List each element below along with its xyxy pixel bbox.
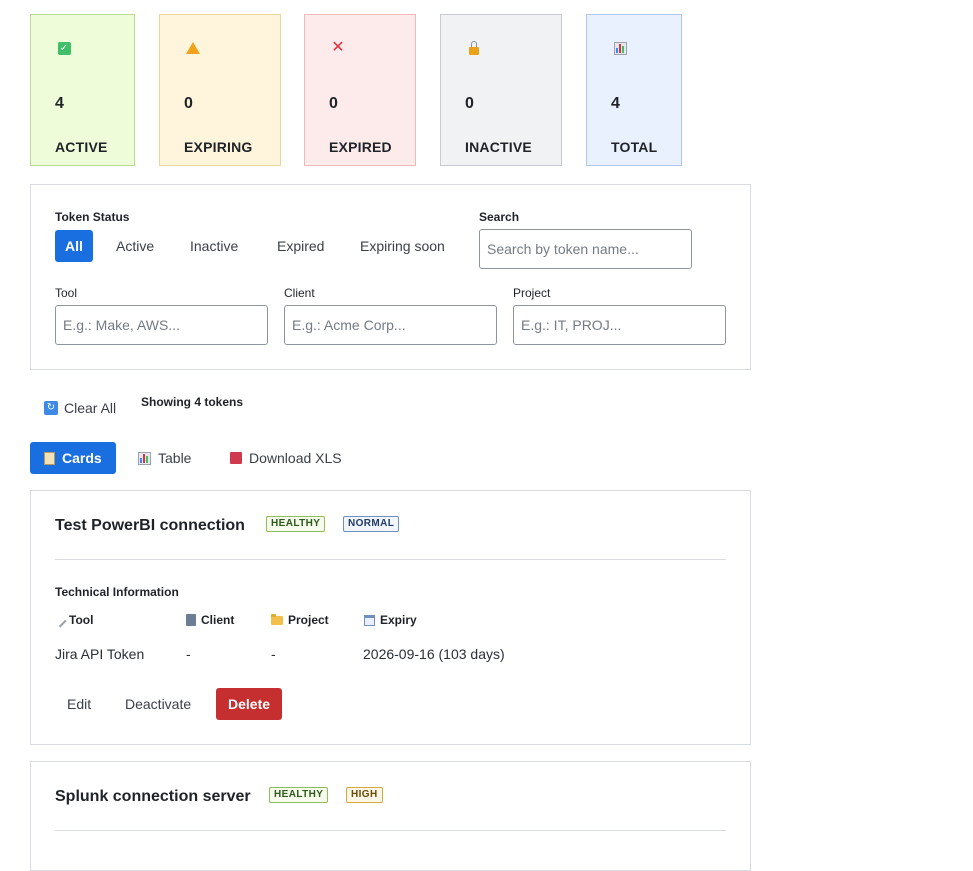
project-header: Project	[271, 613, 329, 627]
download-xls-label: Download XLS	[249, 450, 342, 466]
expiry-header: Expiry	[364, 613, 417, 627]
client-header: Client	[186, 613, 234, 627]
view-table-label: Table	[158, 450, 192, 466]
warning-icon	[186, 41, 200, 55]
priority-badge: HIGH	[346, 787, 383, 803]
lock-icon	[467, 40, 481, 55]
stat-label: EXPIRED	[329, 139, 392, 155]
status-filter-expired[interactable]: Expired	[267, 230, 334, 262]
project-header-label: Project	[288, 613, 329, 627]
stat-card-active: ✓ 4 ACTIVE	[30, 14, 135, 166]
edit-button[interactable]: Edit	[55, 688, 103, 720]
tool-header-label: Tool	[69, 613, 94, 627]
cross-icon: ✕	[331, 39, 345, 56]
stat-card-expiring: 0 EXPIRING	[159, 14, 281, 166]
client-label: Client	[284, 286, 315, 300]
stat-label: ACTIVE	[55, 139, 108, 155]
expiry-value: 2026-09-16 (103 days)	[363, 646, 505, 662]
building-icon	[186, 614, 196, 626]
check-icon: ✓	[57, 41, 71, 55]
stat-card-total: 4 TOTAL	[586, 14, 682, 166]
delete-button[interactable]: Delete	[216, 688, 283, 720]
clipboard-icon	[44, 451, 55, 465]
client-header-label: Client	[201, 613, 235, 627]
token-title: Test PowerBI connection	[55, 517, 245, 534]
view-cards-button[interactable]: Cards	[30, 442, 116, 474]
view-table-button[interactable]: Table	[124, 442, 205, 474]
calendar-icon	[364, 614, 375, 626]
expiry-header-label: Expiry	[380, 613, 417, 627]
tool-value: Jira API Token	[55, 646, 145, 662]
search-label: Search	[479, 210, 520, 224]
tool-header: Tool	[52, 612, 94, 628]
client-input[interactable]	[284, 305, 497, 345]
view-cards-label: Cards	[62, 450, 102, 466]
project-label: Project	[513, 286, 551, 300]
priority-badge: NORMAL	[343, 516, 400, 532]
refresh-icon: ↻	[44, 401, 58, 415]
download-xls-button[interactable]: Download XLS	[216, 442, 356, 474]
stat-card-expired: ✕ 0 EXPIRED	[304, 14, 416, 166]
download-icon	[230, 452, 242, 464]
health-badge: HEALTHY	[266, 516, 326, 532]
folder-icon	[271, 613, 283, 625]
stat-value: 0	[184, 95, 193, 112]
wrench-icon	[52, 612, 67, 628]
stat-value: 4	[55, 95, 64, 112]
tool-input[interactable]	[55, 305, 268, 345]
project-value: -	[271, 646, 276, 662]
bar-chart-icon	[138, 451, 151, 465]
tool-label: Tool	[55, 286, 78, 300]
status-filter-inactive[interactable]: Inactive	[180, 230, 248, 262]
stat-card-inactive: 0 INACTIVE	[440, 14, 562, 166]
status-filter-all[interactable]: All	[55, 230, 93, 262]
client-value: -	[186, 646, 191, 662]
stat-value: 4	[611, 95, 620, 112]
technical-info-title: Technical Information	[55, 585, 179, 599]
token-status-label: Token Status	[55, 210, 130, 224]
card-divider	[55, 830, 726, 831]
filter-panel: Token Status All Active Inactive Expired…	[30, 184, 751, 370]
stat-value: 0	[329, 95, 338, 112]
search-input[interactable]	[479, 229, 692, 269]
token-card: Test PowerBI connection HEALTHY NORMAL T…	[30, 490, 751, 745]
stat-label: EXPIRING	[184, 139, 253, 155]
project-input[interactable]	[513, 305, 726, 345]
token-count: Showing 4 tokens	[141, 395, 244, 409]
card-divider	[55, 559, 726, 560]
status-filter-active[interactable]: Active	[106, 230, 164, 262]
health-badge: HEALTHY	[269, 787, 329, 803]
clear-all-label: Clear All	[64, 400, 117, 416]
status-filter-expiring-soon[interactable]: Expiring soon	[350, 230, 455, 262]
bar-chart-icon	[613, 41, 627, 55]
token-title: Splunk connection server	[55, 788, 251, 805]
token-card: Splunk connection server HEALTHY HIGH	[30, 761, 751, 871]
deactivate-button[interactable]: Deactivate	[113, 688, 203, 720]
stat-label: TOTAL	[611, 139, 658, 155]
clear-all-button[interactable]: ↻ Clear All	[44, 400, 116, 416]
stat-value: 0	[465, 95, 474, 112]
stat-label: INACTIVE	[465, 139, 532, 155]
